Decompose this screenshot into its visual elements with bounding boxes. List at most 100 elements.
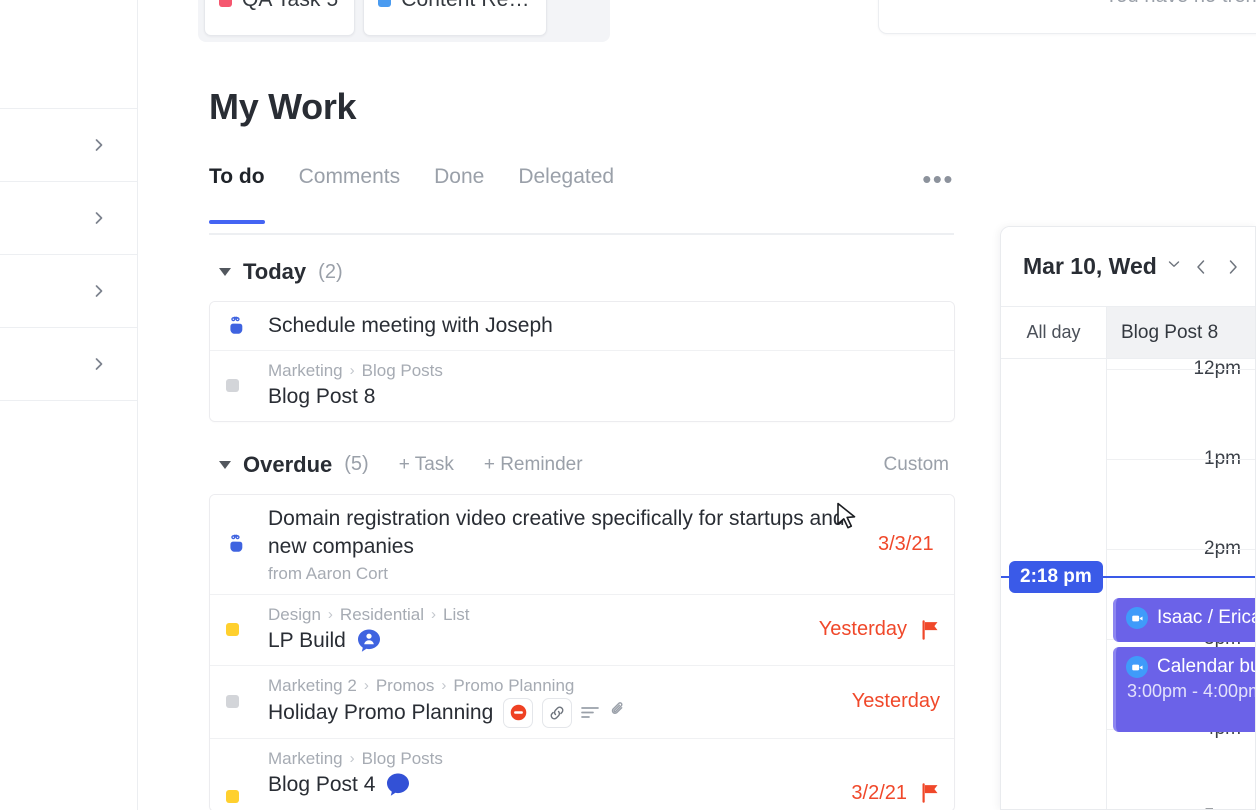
task-title: Holiday Promo Planning xyxy=(268,697,842,728)
task-title: Blog Post 8 xyxy=(268,383,930,411)
breadcrumb-item[interactable]: Promos xyxy=(376,676,435,696)
calendar-prev-day-icon[interactable] xyxy=(1193,257,1209,277)
row-meta: Yesterday xyxy=(809,618,940,641)
tab-comments[interactable]: Comments xyxy=(299,165,401,195)
event-title-row: Calendar build xyxy=(1126,656,1255,678)
priority-flag-icon[interactable] xyxy=(921,619,940,640)
all-day-event[interactable]: Blog Post 8 xyxy=(1107,307,1255,358)
chevron-right-icon[interactable] xyxy=(91,137,107,153)
top-tab-strip: QA Task 5 Content Re… You have no trendi… xyxy=(138,0,1256,46)
calendar-date-label[interactable]: Mar 10, Wed xyxy=(1023,253,1157,280)
sidebar-row[interactable] xyxy=(0,0,137,109)
chevron-right-icon[interactable] xyxy=(91,283,107,299)
task-tab-qa-task-5[interactable]: QA Task 5 xyxy=(204,0,356,36)
custom-button[interactable]: Custom xyxy=(884,454,955,476)
event-title: Isaac / Erica W xyxy=(1157,607,1255,628)
attachment-icon[interactable] xyxy=(608,699,627,727)
breadcrumb-separator-icon: › xyxy=(349,750,355,768)
table-row[interactable]: Marketing 2 › Promos › Promo Planning Ho… xyxy=(210,665,954,739)
calendar-grid: 12pm 1pm 2pm 3pm 4pm 5pm 2:18 pm Isaac /… xyxy=(1001,358,1255,809)
row-content: Marketing › Blog Posts Blog Post 8 xyxy=(268,351,930,421)
calendar-header: Mar 10, Wed xyxy=(1001,227,1255,307)
calendar-event-isaac-erica[interactable]: Isaac / Erica W xyxy=(1113,598,1255,642)
breadcrumb-item[interactable]: List xyxy=(443,605,469,625)
due-date[interactable]: 3/2/21 xyxy=(851,782,907,805)
breadcrumb-item[interactable]: Promo Planning xyxy=(453,676,574,696)
trending-card: You have no trending xyxy=(878,0,1256,34)
sidebar-row-3[interactable] xyxy=(0,255,137,328)
calendar-next-day-icon[interactable] xyxy=(1225,257,1241,277)
status-square-icon[interactable] xyxy=(226,379,239,393)
assignee-avatar-icon[interactable] xyxy=(385,772,411,798)
task-title-text: Blog Post 4 xyxy=(268,772,376,796)
status-square-icon[interactable] xyxy=(226,789,239,803)
current-time-badge: 2:18 pm xyxy=(1009,561,1103,593)
task-tab-label: QA Task 5 xyxy=(242,0,338,12)
breadcrumb-separator-icon: › xyxy=(363,677,369,695)
due-date[interactable]: Yesterday xyxy=(852,690,940,713)
due-date[interactable]: 3/3/21 xyxy=(878,533,934,556)
sidebar-row-1[interactable] xyxy=(0,109,137,182)
table-row[interactable]: Schedule meeting with Joseph xyxy=(210,302,954,351)
breadcrumb: Marketing › Blog Posts xyxy=(268,361,930,381)
add-task-button[interactable]: + Task xyxy=(399,454,454,476)
sidebar-row-2[interactable] xyxy=(0,182,137,255)
collapse-caret-icon[interactable] xyxy=(219,268,231,276)
chevron-right-icon[interactable] xyxy=(91,356,107,372)
task-title-text: Schedule meeting with Joseph xyxy=(268,314,553,337)
row-content: Domain registration video creative speci… xyxy=(268,495,868,594)
group-header-today: Today (2) xyxy=(209,251,955,293)
table-row[interactable]: Design › Residential › List LP Build Yes… xyxy=(210,594,954,666)
row-icon-cell xyxy=(226,315,268,337)
breadcrumb-separator-icon: › xyxy=(431,606,437,624)
due-date[interactable]: Yesterday xyxy=(819,618,907,641)
breadcrumb: Marketing 2 › Promos › Promo Planning xyxy=(268,676,842,696)
hour-label-5pm: 5pm xyxy=(1204,806,1241,809)
event-title: Calendar build xyxy=(1157,656,1255,677)
sidebar-row-4[interactable] xyxy=(0,328,137,401)
row-meta: 3/3/21 xyxy=(868,533,934,556)
app-root: QA Task 5 Content Re… You have no trendi… xyxy=(0,0,1256,810)
priority-flag-icon[interactable] xyxy=(921,783,940,803)
row-icon-cell xyxy=(226,695,268,709)
breadcrumb-item[interactable]: Blog Posts xyxy=(362,749,443,769)
task-tab-label: Content Re… xyxy=(401,0,529,12)
sidebar-row-5[interactable] xyxy=(0,401,137,474)
task-tab-content-review[interactable]: Content Re… xyxy=(363,0,547,36)
my-work-main: My Work To do Comments Done Delegated ••… xyxy=(138,46,1000,810)
breadcrumb-item[interactable]: Marketing xyxy=(268,749,343,769)
tab-delegated[interactable]: Delegated xyxy=(518,165,614,195)
breadcrumb-separator-icon: › xyxy=(327,606,333,624)
calendar-event-calendar-build[interactable]: Calendar build 3:00pm - 4:00pm xyxy=(1113,647,1255,732)
description-icon[interactable] xyxy=(581,699,600,727)
task-title: Schedule meeting with Joseph xyxy=(268,312,930,340)
hour-gridline xyxy=(1107,369,1255,370)
chevron-down-icon[interactable] xyxy=(1167,257,1181,276)
chevron-right-icon[interactable] xyxy=(91,210,107,226)
video-camera-icon xyxy=(1126,656,1148,678)
add-reminder-button[interactable]: + Reminder xyxy=(484,454,583,476)
collapse-caret-icon[interactable] xyxy=(219,460,231,469)
breadcrumb-item[interactable]: Marketing 2 xyxy=(268,676,357,696)
tabs-more-menu-icon[interactable]: ••• xyxy=(922,165,954,192)
breadcrumb-item[interactable]: Blog Posts xyxy=(362,361,443,381)
breadcrumb-item[interactable]: Residential xyxy=(340,605,424,625)
table-row[interactable]: Marketing › Blog Posts Blog Post 4 3/2/2… xyxy=(210,738,954,810)
row-icon-cell xyxy=(226,533,268,555)
status-square-icon[interactable] xyxy=(226,695,239,709)
assignee-avatar-icon[interactable] xyxy=(356,628,382,654)
task-title: LP Build xyxy=(268,627,809,655)
page-title: My Work xyxy=(209,86,357,127)
table-row[interactable]: Marketing › Blog Posts Blog Post 8 xyxy=(210,350,954,421)
calendar-all-day-row: All day Blog Post 8 xyxy=(1001,307,1255,359)
tab-to-do[interactable]: To do xyxy=(209,165,265,224)
link-icon[interactable] xyxy=(542,697,573,728)
calendar-nav xyxy=(1193,257,1241,277)
tab-done[interactable]: Done xyxy=(434,165,484,195)
breadcrumb-item[interactable]: Marketing xyxy=(268,361,343,381)
table-row[interactable]: Domain registration video creative speci… xyxy=(210,494,954,595)
breadcrumb-item[interactable]: Design xyxy=(268,605,321,625)
status-square-icon[interactable] xyxy=(226,623,239,637)
blocked-icon[interactable] xyxy=(503,697,534,728)
task-from-label: from Aaron Cort xyxy=(268,563,388,583)
